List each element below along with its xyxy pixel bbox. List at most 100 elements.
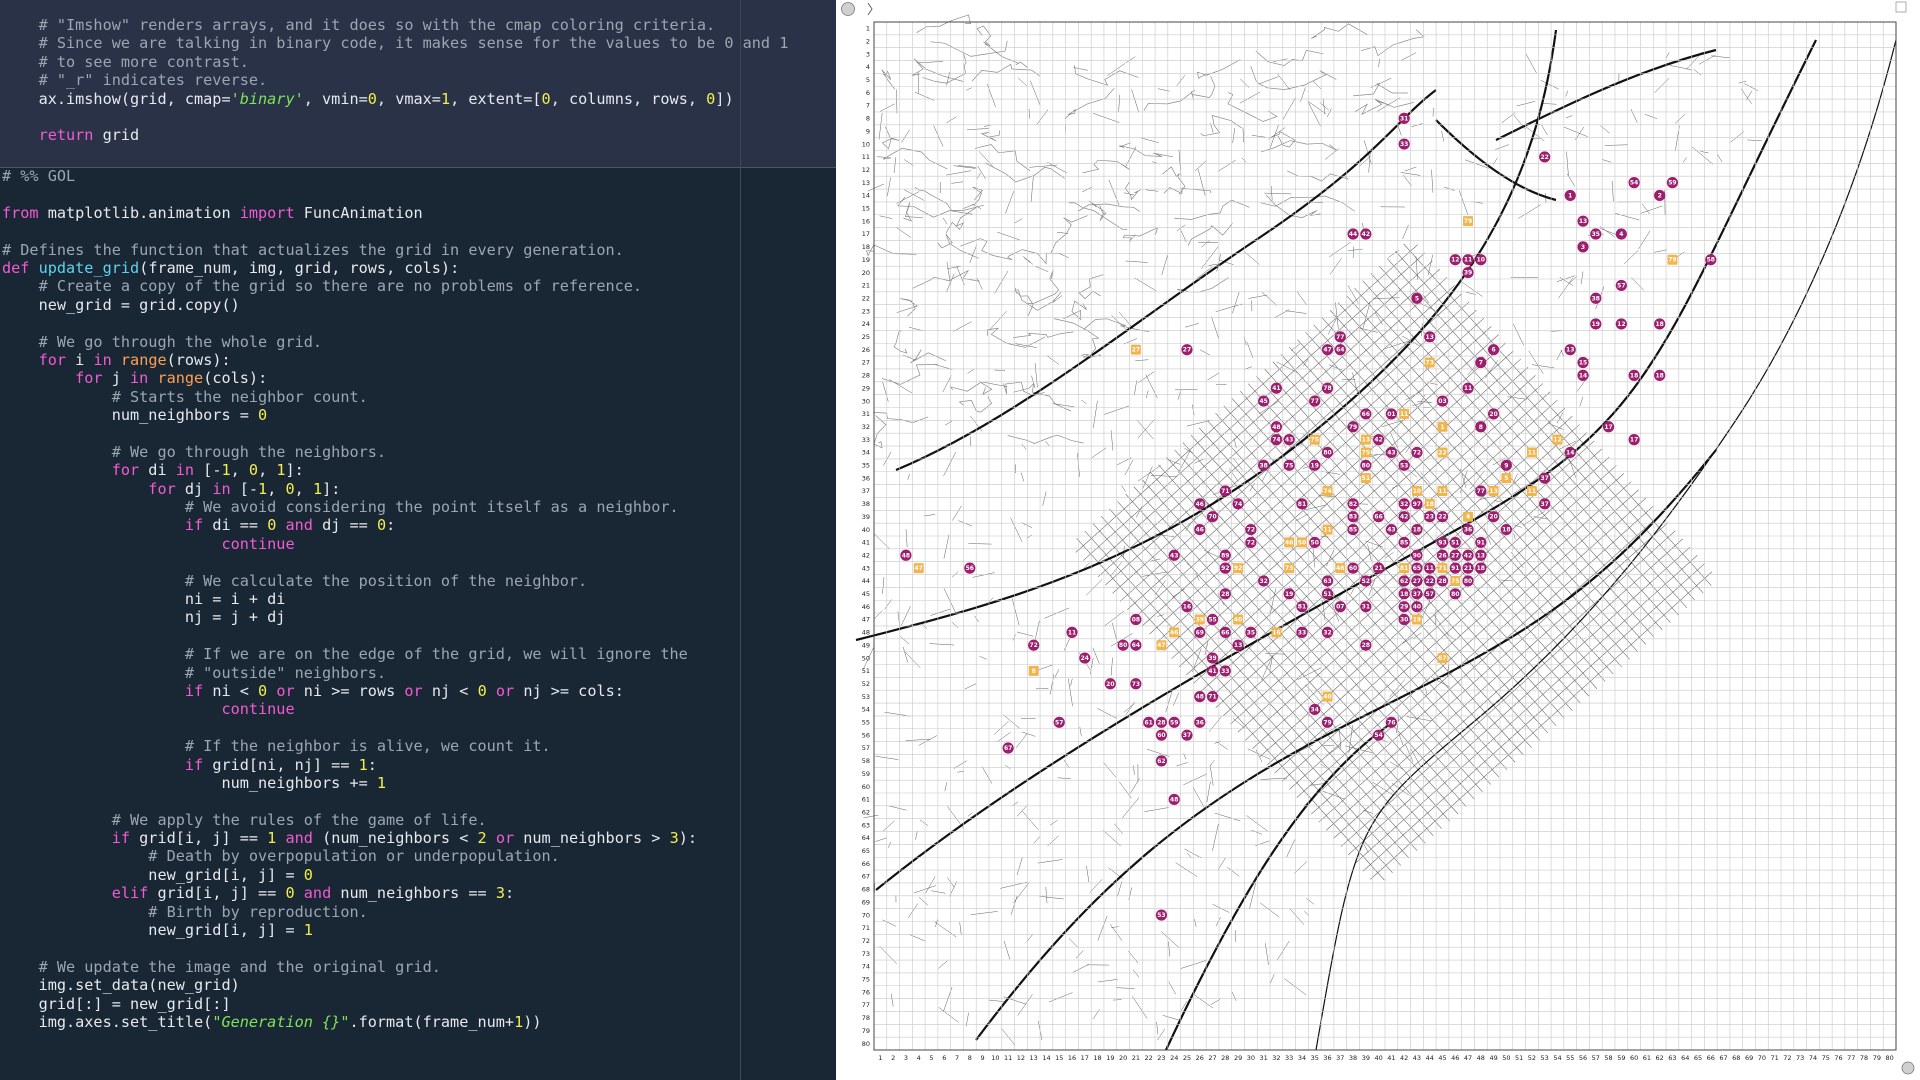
main_cell-line[interactable] — [2, 627, 697, 645]
main_cell-line[interactable] — [2, 185, 697, 203]
main_cell-line[interactable]: num_neighbors += 1 — [2, 774, 697, 792]
street — [1035, 266, 1049, 272]
main_cell-line[interactable]: if grid[ni, nj] == 1: — [2, 756, 697, 774]
row-label: 49 — [862, 641, 870, 649]
street — [1623, 249, 1639, 265]
main_cell-line[interactable]: ni = i + di — [2, 590, 697, 608]
cell-marker: 2 — [1654, 189, 1666, 202]
main_cell-line[interactable]: # Death by overpopulation or underpopula… — [2, 847, 697, 865]
main_cell-line[interactable]: for i in range(rows): — [2, 351, 697, 369]
marker-label: 27 — [1451, 552, 1459, 559]
code-block-top[interactable]: # "Imshow" renders arrays, and it does s… — [2, 16, 789, 145]
cell-marker: 39 — [1206, 652, 1219, 664]
main_cell-line[interactable]: def update_grid(frame_num, img, grid, ro… — [2, 259, 697, 277]
street — [984, 124, 991, 127]
main_cell-line[interactable]: continue — [2, 535, 697, 553]
main_cell-line[interactable]: for di in [-1, 0, 1]: — [2, 461, 697, 479]
main-road — [1165, 719, 1397, 1051]
main_cell-line[interactable]: # Defines the function that actualizes t… — [2, 241, 697, 259]
top_cell-line[interactable]: # "_r" indicates reverse. — [2, 71, 788, 89]
main_cell-line[interactable]: if di == 0 and dj == 0: — [2, 516, 697, 534]
street — [1566, 151, 1569, 177]
viewer-controls[interactable] — [841, 1, 1915, 1075]
main_cell-line[interactable]: grid[:] = new_grid[:] — [2, 995, 697, 1013]
main_cell-line[interactable] — [2, 792, 697, 810]
cell-marker: 31 — [1360, 601, 1372, 613]
main_cell-line[interactable]: new_grid = grid.copy() — [2, 296, 697, 314]
main_cell-line[interactable]: img.set_data(new_grid) — [2, 976, 697, 994]
map-grid-viewer[interactable]: 1 2 3 4 5 6 7 8 9 10 11 12 13 14 15 16 17 18 19 20 21 22 23 24 2… — [836, 0, 1920, 1080]
cell-marker: 27 — [1411, 575, 1423, 587]
main_cell-line[interactable]: img.axes.set_title("Generation {}".forma… — [2, 1013, 697, 1031]
chevron-icon[interactable] — [867, 2, 873, 16]
main_cell-line[interactable]: # %% GOL — [2, 167, 697, 185]
barcelona-grid-map[interactable]: 1234567891011121314151617181920212223242… — [836, 0, 1920, 1080]
code-token: # If we are on the edge of the grid, we … — [2, 645, 688, 664]
column-label: 52 — [1528, 1054, 1536, 1062]
main_cell-line[interactable]: # We avoid considering the point itself … — [2, 498, 697, 516]
street — [1107, 63, 1126, 76]
main_cell-line[interactable]: # If we are on the edge of the grid, we … — [2, 645, 697, 663]
contour-line — [1124, 181, 1141, 201]
main_cell-line[interactable]: if ni < 0 or ni >= rows or nj < 0 or nj … — [2, 682, 697, 700]
top_cell-line[interactable] — [2, 108, 788, 126]
street — [1250, 65, 1257, 82]
top_cell-line[interactable]: return grid — [2, 126, 788, 144]
column-label: 2 — [891, 1054, 895, 1062]
marker-label: 2 — [1658, 192, 1662, 199]
street — [882, 919, 897, 927]
main_cell-line[interactable]: # We go through the neighbors. — [2, 443, 697, 461]
code-editor[interactable]: # "Imshow" renders arrays, and it does s… — [0, 0, 836, 1080]
main_cell-line[interactable]: # If the neighbor is alive, we count it. — [2, 737, 697, 755]
main_cell-line[interactable]: # Create a copy of the grid so there are… — [2, 277, 697, 295]
top_cell-line[interactable]: # "Imshow" renders arrays, and it does s… — [2, 16, 788, 34]
main_cell-line[interactable]: # We go through the whole grid. — [2, 333, 697, 351]
code-token: in — [130, 369, 149, 388]
main_cell-line[interactable] — [2, 553, 697, 571]
code-block-main[interactable]: # %% GOL from matplotlib.animation import… — [2, 167, 697, 1031]
street — [1024, 257, 1033, 265]
main_cell-line[interactable]: nj = j + dj — [2, 608, 697, 626]
main_cell-line[interactable]: for j in range(cols): — [2, 369, 697, 387]
main_cell-line[interactable]: continue — [2, 700, 697, 718]
zoom-in-icon[interactable] — [841, 2, 855, 16]
street — [1184, 848, 1202, 859]
main_cell-line[interactable] — [2, 939, 697, 957]
code-token: # Starts the neighbor count. — [2, 387, 368, 406]
main_cell-line[interactable] — [2, 424, 697, 442]
top_cell-line[interactable]: # Since we are talking in binary code, i… — [2, 34, 789, 52]
main_cell-line[interactable]: if grid[i, j] == 1 and (num_neighbors < … — [2, 829, 697, 847]
main_cell-line[interactable]: # We update the image and the original g… — [2, 958, 697, 976]
column-label: 55 — [1566, 1054, 1574, 1062]
main_cell-line[interactable]: num_neighbors = 0 — [2, 406, 697, 424]
previous-code-cell[interactable]: # "Imshow" renders arrays, and it does s… — [0, 0, 836, 167]
cell-marker: 62 — [1155, 755, 1168, 767]
marker-label: 52 — [1362, 578, 1370, 585]
main_cell-line[interactable]: for dj in [-1, 0, 1]: — [2, 480, 697, 498]
main_cell-line[interactable]: new_grid[i, j] = 0 — [2, 866, 697, 884]
main_cell-line[interactable]: from matplotlib.animation import FuncAni… — [2, 204, 697, 222]
marker-label: 72 — [1247, 539, 1255, 546]
main_cell-line[interactable] — [2, 222, 697, 240]
street — [1402, 224, 1409, 240]
top_cell-line[interactable]: # to see more contrast. — [2, 53, 788, 71]
code-token: in — [175, 461, 195, 480]
cell-marker: 83 — [1347, 511, 1359, 523]
zoom-out-icon[interactable] — [1901, 1061, 1915, 1075]
main_cell-line[interactable]: # Birth by reproduction. — [2, 903, 697, 921]
main_cell-line[interactable]: new_grid[i, j] = 1 — [2, 921, 697, 939]
main_cell-line[interactable]: # "outside" neighbors. — [2, 664, 697, 682]
main_cell-line[interactable]: # We apply the rules of the game of life… — [2, 811, 697, 829]
main_cell-line[interactable]: elif grid[i, j] == 0 and num_neighbors =… — [2, 884, 697, 902]
code-token: )) — [523, 1012, 542, 1031]
cell-marker: 19 — [1283, 588, 1295, 600]
street — [1289, 908, 1305, 925]
main_cell-line[interactable]: # We calculate the position of the neigh… — [2, 572, 697, 590]
column-label: 41 — [1387, 1054, 1395, 1062]
top_cell-line[interactable]: ax.imshow(grid, cmap='binary', vmin=0, v… — [2, 90, 788, 108]
main_cell-line[interactable] — [2, 719, 697, 737]
nav-corner-icon[interactable] — [1895, 1, 1907, 13]
main_cell-line[interactable]: # Starts the neighbor count. — [2, 388, 697, 406]
main_cell-line[interactable] — [2, 314, 697, 332]
